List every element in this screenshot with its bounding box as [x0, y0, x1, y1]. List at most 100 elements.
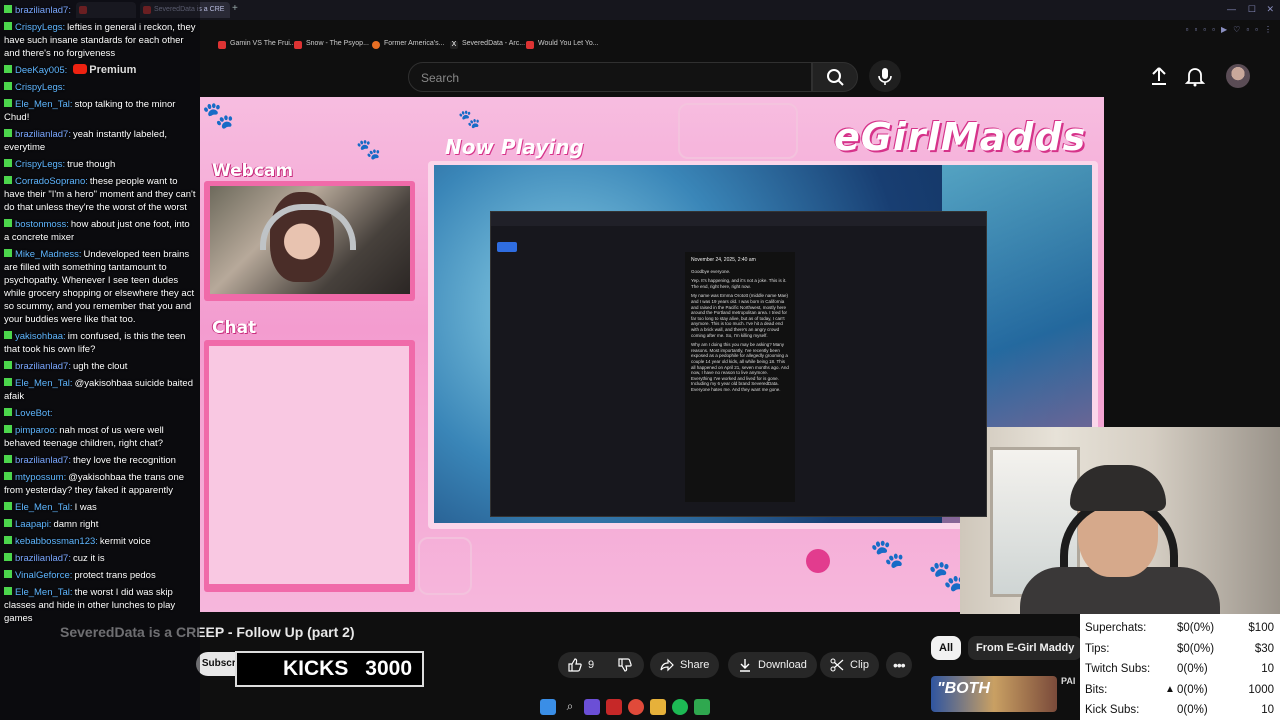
chip-all[interactable]: All: [931, 636, 962, 660]
app-icon[interactable]: [694, 699, 710, 715]
extension-icon[interactable]: ♡: [1233, 25, 1240, 35]
chat-username[interactable]: Laapapi:: [15, 519, 51, 530]
note-date: November 24, 2025, 2:40 am: [691, 257, 756, 263]
kicks-counter: KICKS 3000: [235, 651, 424, 687]
recommended-title[interactable]: PAI: [1061, 676, 1075, 686]
chat-message: yakisohbaa: im confused, is this the teen…: [4, 330, 196, 356]
chat-username[interactable]: kebabbossman123:: [15, 536, 98, 547]
chat-text: protect trans pedos: [74, 570, 156, 581]
extension-icon[interactable]: ▫: [1186, 25, 1189, 35]
extension-icon[interactable]: ▫: [1212, 25, 1215, 35]
bookmark-item[interactable]: Former America's...: [372, 40, 444, 49]
discord-icon[interactable]: [584, 699, 600, 715]
app-icon[interactable]: [606, 699, 622, 715]
bookmark-item[interactable]: X SeveredData - Arc...: [450, 40, 525, 49]
like-button[interactable]: 9: [558, 652, 608, 678]
share-button[interactable]: Share: [650, 652, 720, 678]
bookmark-item[interactable]: Would You Let Yo...: [526, 40, 599, 49]
chat-username[interactable]: CrispyLegs:: [15, 82, 65, 93]
close-icon[interactable]: ✕: [1266, 4, 1274, 15]
chat-username[interactable]: brazilianlad7:: [15, 5, 71, 16]
bookmark-item[interactable]: Gamin VS The Frui...: [218, 40, 296, 49]
chat-username[interactable]: pimparoo:: [15, 425, 57, 436]
chat-message: kebabbossman123: kermit voice: [4, 535, 196, 548]
maximize-icon[interactable]: ☐: [1248, 4, 1256, 15]
chat-username[interactable]: CrispyLegs:: [15, 22, 65, 33]
more-actions-button[interactable]: •••: [886, 652, 912, 678]
spotify-icon[interactable]: [672, 699, 688, 715]
extension-icon[interactable]: ▫: [1246, 25, 1249, 35]
chat-username[interactable]: CorradoSoprano:: [15, 176, 88, 187]
goal-row: Kick Subs: 0(0%) 10: [1085, 700, 1276, 720]
chat-message: Ele_Men_Tal: I was: [4, 501, 196, 514]
chat-username[interactable]: CrispyLegs:: [15, 159, 65, 170]
search-input[interactable]: Search: [408, 62, 812, 92]
chat-message: mtypossum: @yakisohbaa the trans one from…: [4, 471, 196, 497]
chat-badge-icon: [4, 455, 12, 463]
chat-username[interactable]: yakisohbaa:: [15, 331, 66, 342]
minimize-icon[interactable]: —: [1227, 4, 1236, 14]
chat-username[interactable]: LoveBot:: [15, 408, 53, 419]
chat-message: Ele_Men_Tal: stop talking to the minor Ch…: [4, 98, 196, 124]
chat-username[interactable]: DeeKay005:: [15, 65, 67, 76]
bookmark-label: Would You Let Yo...: [538, 40, 599, 47]
chat-username[interactable]: brazilianlad7:: [15, 129, 71, 140]
folder-icon[interactable]: [650, 699, 666, 715]
extension-icon[interactable]: ▫: [1255, 25, 1258, 35]
search-button[interactable]: [812, 62, 858, 92]
chat-username[interactable]: Ele_Men_Tal:: [15, 378, 73, 389]
dislike-button[interactable]: [608, 652, 644, 678]
chat-username[interactable]: brazilianlad7:: [15, 455, 71, 466]
webcam-label: Webcam: [212, 161, 294, 181]
chat-message: Mike_Madness: Undeveloped teen brains are…: [4, 248, 196, 326]
chat-message: brazilianlad7: yeah instantly labeled, ev…: [4, 128, 196, 154]
chat-message: brazilianlad7:: [4, 4, 196, 17]
new-tab-button[interactable]: +: [232, 3, 238, 14]
goal-target: 10: [1261, 663, 1274, 676]
chat-username[interactable]: mtypossum:: [15, 472, 66, 483]
streamer-webcam: [960, 427, 1280, 614]
chat-badge-icon: [4, 519, 12, 527]
windows-start-icon[interactable]: [540, 699, 556, 715]
webcam-frame: [204, 181, 415, 301]
extension-icon[interactable]: ▫: [1203, 25, 1206, 35]
chat-message: LoveBot:: [4, 407, 196, 420]
note-paragraph: My name was Emma Orotott (middle name Ma…: [691, 293, 789, 338]
x-favicon-icon: X: [450, 41, 458, 49]
scissors-icon: [830, 658, 844, 672]
search-icon[interactable]: ⌕: [562, 699, 578, 715]
webcam-feed: [210, 186, 410, 294]
chat-badge-icon: [4, 99, 12, 107]
chat-username[interactable]: brazilianlad7:: [15, 553, 71, 564]
notifications-button[interactable]: [1183, 64, 1207, 88]
chat-username[interactable]: Ele_Men_Tal:: [15, 99, 73, 110]
shared-screen-window: November 24, 2025, 2:40 am Goodbye every…: [490, 211, 987, 517]
download-button[interactable]: Download: [728, 652, 817, 678]
chat-username[interactable]: Ele_Men_Tal:: [15, 502, 73, 513]
download-label: Download: [758, 659, 807, 671]
menu-icon[interactable]: ⋮: [1264, 25, 1272, 35]
avatar[interactable]: [1226, 64, 1250, 88]
upload-button[interactable]: [1147, 64, 1171, 88]
thumbnail-text: "BOTH: [937, 680, 990, 697]
chat-text: damn right: [53, 519, 99, 530]
bookmark-item[interactable]: Snow - The Psyop...: [294, 40, 369, 49]
chat-username[interactable]: bostonmoss:: [15, 219, 69, 230]
chat-username[interactable]: brazilianlad7:: [15, 361, 71, 372]
extension-icon[interactable]: ▶: [1221, 25, 1227, 35]
paw-icon: 🐾: [458, 109, 481, 130]
bookmark-label: Gamin VS The Frui...: [230, 40, 296, 47]
chat-username[interactable]: Ele_Men_Tal:: [15, 587, 73, 598]
chrome-icon[interactable]: [628, 699, 644, 715]
chat-panel: [209, 346, 409, 584]
chat-text: kermit voice: [99, 536, 151, 547]
paw-icon: 🐾: [202, 101, 235, 131]
chat-username[interactable]: Mike_Madness:: [15, 249, 82, 260]
chat-username[interactable]: VinalGeforce:: [15, 570, 72, 581]
mic-icon: [878, 68, 892, 85]
voice-search-button[interactable]: [869, 60, 901, 92]
chip-from-channel[interactable]: From E-Girl Maddy: [968, 636, 1083, 660]
extension-icon[interactable]: ▫: [1194, 25, 1197, 35]
recommended-thumbnail[interactable]: "BOTH: [931, 676, 1057, 712]
clip-button[interactable]: Clip: [820, 652, 879, 678]
